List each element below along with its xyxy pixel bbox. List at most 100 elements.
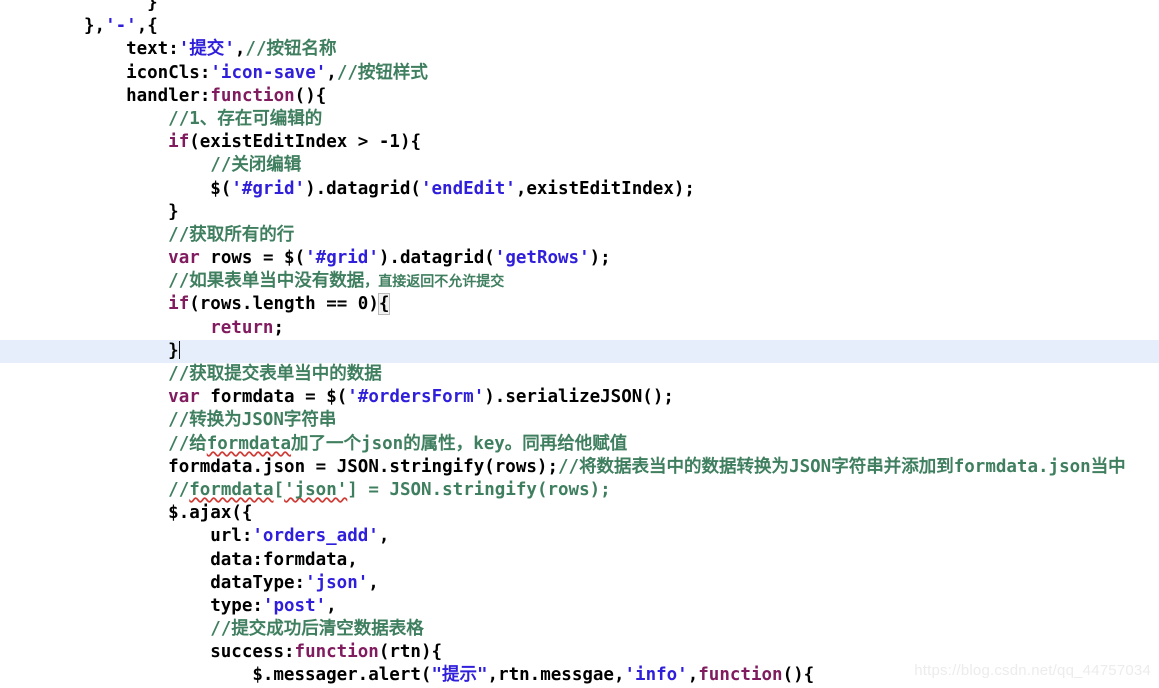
- code-token: data:formdata,: [210, 549, 358, 570]
- code-token: 提交成功后清空数据表格: [231, 619, 424, 640]
- code-token: '#ordersForm': [347, 387, 485, 408]
- code-token: formdata: [206, 433, 292, 454]
- code-token: 将数据表当中的数据转换为: [579, 456, 790, 477]
- code-editor[interactable]: }},'-',{text:'提交',//按钮名称 iconCls:'icon-sa…: [0, 0, 1159, 685]
- code-token: },: [84, 16, 106, 37]
- code-line[interactable]: url:'orders_add',: [0, 525, 1159, 548]
- code-token: json: [361, 433, 404, 454]
- code-line[interactable]: var rows = $('#grid').datagrid('getRows'…: [0, 247, 1159, 270]
- code-token: ,: [326, 62, 337, 83]
- code-token: //: [168, 479, 190, 500]
- code-token: success:: [210, 642, 295, 663]
- code-line[interactable]: //关闭编辑: [0, 154, 1159, 177]
- code-line[interactable]: }: [0, 201, 1159, 224]
- code-token: (rtn){: [378, 642, 443, 663]
- watermark-text: https://blog.csdn.net/qq_44757034: [914, 662, 1151, 679]
- code-line[interactable]: if(rows.length == 0){: [0, 293, 1159, 316]
- code-line[interactable]: type:'post',: [0, 595, 1159, 618]
- code-token: 'orders_add': [252, 526, 379, 547]
- code-line[interactable]: //如果表单当中没有数据，直接返回不允许提交: [0, 270, 1159, 293]
- code-token: );: [589, 248, 611, 269]
- code-line[interactable]: dataType:'json',: [0, 572, 1159, 595]
- code-line[interactable]: $('#grid').datagrid('endEdit',existEditI…: [0, 178, 1159, 201]
- code-token: ).serializeJSON();: [484, 387, 674, 408]
- code-token: function: [210, 85, 295, 106]
- code-token: JSON: [789, 456, 832, 477]
- code-line[interactable]: //转换为JSON字符串: [0, 409, 1159, 432]
- code-line[interactable]: }: [0, 339, 1159, 363]
- code-line[interactable]: //给formdata加了一个json的属性，key。同再给他赋值: [0, 433, 1159, 456]
- code-token: key: [473, 433, 505, 454]
- code-token: 给: [189, 433, 207, 454]
- code-token: //: [168, 224, 190, 245]
- code-token: 关闭编辑: [231, 155, 302, 176]
- code-token: handler:: [126, 85, 211, 106]
- code-token: 字符串并添加到: [831, 456, 954, 477]
- code-token: 。同再给他赋值: [504, 433, 628, 454]
- code-line[interactable]: success:function(rtn){: [0, 641, 1159, 664]
- code-token: 'endEdit': [420, 178, 516, 199]
- code-token: var: [168, 387, 200, 408]
- code-token: (rows.length == 0): [189, 294, 379, 315]
- code-line[interactable]: }: [0, 0, 1159, 15]
- code-line[interactable]: handler:function(){: [0, 85, 1159, 108]
- code-line[interactable]: formdata.json = JSON.stringify(rows);//将…: [0, 456, 1159, 479]
- code-token: text:: [126, 39, 179, 60]
- code-token: $.messager.alert(: [252, 665, 432, 686]
- code-line[interactable]: text:'提交',//按钮名称: [0, 38, 1159, 61]
- code-token: //: [168, 410, 190, 431]
- code-token: $.ajax({: [168, 503, 253, 524]
- code-token: 'info': [624, 665, 688, 686]
- code-token: ).datagrid(: [305, 178, 421, 199]
- code-token: ": [431, 665, 442, 686]
- code-token: //: [210, 155, 232, 176]
- code-token: '#grid': [305, 248, 379, 269]
- code-token: if: [168, 294, 190, 315]
- code-token: if: [168, 132, 190, 153]
- code-token: 'json': [284, 479, 348, 500]
- code-token: ,: [368, 572, 379, 593]
- code-line[interactable]: },'-',{: [0, 15, 1159, 38]
- code-token: formdata.json = JSON.stringify(rows);: [168, 456, 558, 477]
- code-token: ，直接返回不允许提交: [364, 274, 505, 291]
- code-token: ,rtn.messgae,: [487, 665, 625, 686]
- code-token: }: [168, 340, 179, 361]
- code-line[interactable]: var formdata = $('#ordersForm').serializ…: [0, 386, 1159, 409]
- code-token: (){: [782, 665, 815, 686]
- code-token: ': [224, 39, 235, 60]
- code-token: [: [273, 479, 285, 500]
- code-token: $(: [210, 178, 232, 199]
- code-token: 'json': [305, 572, 369, 593]
- code-token: 'post': [262, 595, 327, 616]
- code-token: 'icon-save': [210, 62, 327, 83]
- text-caret: [178, 340, 180, 359]
- code-lines-container[interactable]: }},'-',{text:'提交',//按钮名称 iconCls:'icon-sa…: [0, 0, 1159, 688]
- code-token: function: [698, 665, 783, 686]
- code-line[interactable]: iconCls:'icon-save',//按钮样式: [0, 62, 1159, 85]
- code-token: 按钮名称: [266, 39, 337, 60]
- code-token: {: [377, 293, 391, 316]
- code-token: //: [168, 364, 190, 384]
- code-token: }: [168, 201, 179, 222]
- code-line[interactable]: //提交成功后清空数据表格: [0, 618, 1159, 641]
- code-token: 按钮样式: [357, 62, 428, 83]
- code-line[interactable]: $.ajax({: [0, 502, 1159, 525]
- code-token: //: [210, 619, 232, 640]
- code-token: formdata.json: [953, 456, 1091, 477]
- code-token: 提示: [441, 665, 477, 686]
- code-token: 当中: [1090, 456, 1126, 477]
- code-line[interactable]: //获取提交表单当中的数据: [0, 363, 1159, 386]
- code-line[interactable]: if(existEditIndex > -1){: [0, 131, 1159, 154]
- code-line[interactable]: //获取所有的行: [0, 224, 1159, 247]
- code-token: 、存在可编辑的: [199, 108, 323, 129]
- code-line[interactable]: data:formdata,: [0, 549, 1159, 572]
- code-token: type:: [210, 595, 263, 616]
- code-line[interactable]: //formdata['json'] = JSON.stringify(rows…: [0, 479, 1159, 502]
- code-line[interactable]: return;: [0, 317, 1159, 340]
- code-line[interactable]: //1、存在可编辑的: [0, 108, 1159, 131]
- code-token: (existEditIndex > -1){: [189, 132, 422, 153]
- code-token: 如果表单当中没有数据: [189, 271, 365, 292]
- code-token: ).datagrid(: [378, 248, 495, 269]
- code-token: iconCls:: [126, 62, 211, 83]
- code-token: function: [294, 642, 379, 663]
